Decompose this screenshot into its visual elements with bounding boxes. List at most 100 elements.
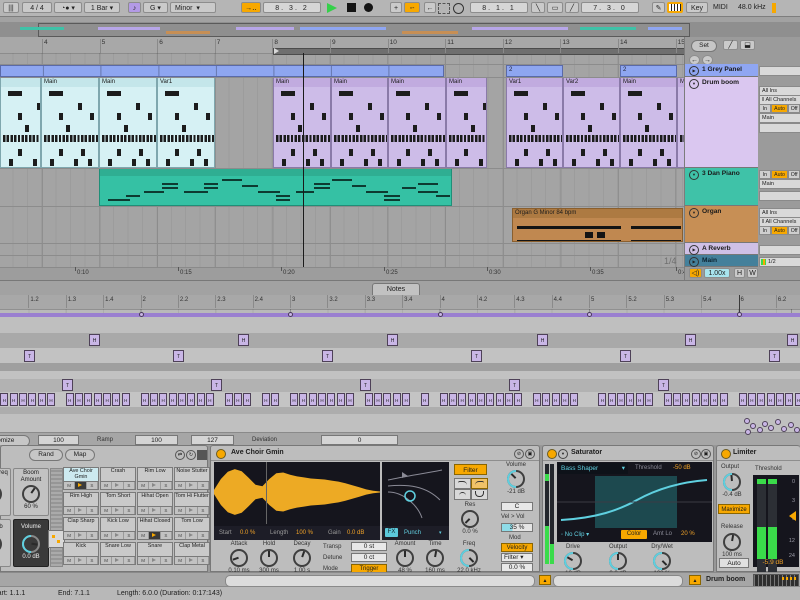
drum-note[interactable] (50, 159, 54, 166)
midi-note[interactable] (184, 191, 208, 193)
time-label[interactable]: 0:25 (386, 270, 398, 276)
clip-drum[interactable]: Main (677, 77, 684, 168)
clip-organ[interactable]: Organ G Minor 84 bpm (512, 208, 683, 242)
maximize-toggle[interactable]: Maximize (718, 504, 750, 514)
drum-note[interactable] (638, 113, 642, 120)
clip-header[interactable] (100, 169, 451, 176)
midi-note[interactable]: H (486, 393, 494, 406)
drum-note-row[interactable] (44, 135, 98, 142)
pad-solo[interactable]: S (198, 507, 209, 514)
drum-note[interactable] (166, 159, 170, 166)
drum-note[interactable] (380, 113, 384, 120)
fold-icon[interactable]: ▼ (558, 449, 568, 459)
deviation-value[interactable]: 0 (321, 435, 398, 445)
midi-note[interactable]: T (620, 350, 631, 362)
loop-region[interactable] (273, 48, 684, 55)
drum-note[interactable] (313, 149, 317, 156)
drum-note[interactable] (322, 113, 326, 120)
loop-brace-handle[interactable] (288, 312, 293, 317)
pad-solo[interactable]: S (124, 557, 135, 564)
midi-note[interactable]: T (62, 379, 73, 391)
pad-play[interactable] (112, 532, 123, 539)
bar-number[interactable]: 13 (562, 39, 569, 46)
drum-note[interactable] (356, 125, 360, 132)
pad-mute[interactable]: M (175, 557, 186, 564)
clip-grey-panel[interactable] (0, 65, 444, 77)
midi-note[interactable]: H (626, 393, 634, 406)
midi-note[interactable] (436, 195, 450, 197)
pad-play[interactable] (75, 507, 86, 514)
drum-note[interactable] (175, 149, 179, 156)
drum-note[interactable] (515, 159, 519, 166)
monitor-switch[interactable]: InAutoOff (759, 170, 800, 179)
midi-note[interactable]: H (89, 334, 100, 346)
midi-note[interactable]: H (776, 393, 784, 406)
drum-note-row[interactable] (449, 135, 486, 142)
drum-note[interactable] (88, 159, 92, 166)
midi-note[interactable]: H (402, 393, 410, 406)
device-nav-right[interactable]: ▲ (689, 575, 701, 585)
punch-out-button[interactable]: ╱ (565, 2, 579, 13)
drum-note[interactable] (117, 113, 121, 120)
drum-note[interactable] (531, 125, 535, 132)
limiter-title-bar[interactable]: Limiter (717, 446, 800, 461)
drum-note[interactable] (117, 149, 121, 156)
pad-solo[interactable]: S (198, 557, 209, 564)
pad-mute[interactable]: M (138, 532, 149, 539)
drum-note[interactable] (667, 159, 671, 166)
midi-note[interactable] (384, 199, 400, 201)
drum-note-row[interactable] (566, 135, 619, 142)
velocity-marker[interactable] (744, 418, 750, 424)
midi-note[interactable] (144, 191, 164, 193)
velocity-marker[interactable] (788, 422, 794, 428)
drum-note[interactable] (175, 113, 179, 120)
midi-note[interactable]: H (122, 393, 130, 406)
release-knob[interactable]: 100 ms (714, 532, 750, 559)
midi-note[interactable]: H (477, 393, 485, 406)
mod-amount[interactable]: 0.0 % (501, 563, 533, 572)
midi-note[interactable]: H (271, 393, 279, 406)
pad-mute[interactable]: M (101, 557, 112, 564)
fold-icon[interactable]: ▶ (689, 66, 699, 76)
ruler-label[interactable]: 5.3 (666, 297, 674, 303)
save-preset-icon[interactable] (197, 450, 207, 460)
midi-note[interactable] (296, 191, 314, 193)
hold-knob[interactable]: Hold300 ms (251, 541, 287, 575)
midi-note[interactable] (276, 199, 290, 201)
loop-brace-handle[interactable] (139, 312, 144, 317)
io-field[interactable] (759, 66, 800, 76)
pad-solo[interactable]: S (87, 557, 98, 564)
midi-note[interactable]: H (645, 393, 653, 406)
detune-value[interactable]: 0 ct (351, 553, 387, 562)
drum-note[interactable] (194, 103, 198, 110)
ruler-label[interactable]: 3.4 (404, 297, 412, 303)
bar-number[interactable]: 11 (447, 39, 454, 46)
clip-drum[interactable]: Main (620, 77, 677, 168)
track-header-a-reverb[interactable]: ▶A Reverb (685, 243, 758, 255)
mod-dest-menu[interactable]: Filter ▾ (501, 553, 533, 562)
pad-solo[interactable]: S (161, 532, 172, 539)
arrangement-overview[interactable] (0, 22, 800, 38)
drum-note[interactable] (464, 113, 468, 120)
time-label[interactable]: 0:15 (180, 270, 192, 276)
drum-pad-tom-low[interactable]: Tom LowMS (174, 517, 210, 540)
pad-play[interactable] (75, 557, 86, 564)
monitor-in[interactable]: In (759, 226, 771, 235)
loop-start-marker[interactable] (274, 48, 279, 54)
res-knob[interactable]: Res0.0 % (452, 502, 488, 536)
zoom-height-button[interactable]: H (734, 268, 745, 278)
drum-note[interactable] (588, 125, 592, 132)
io-field[interactable] (759, 191, 800, 201)
drum-note[interactable] (645, 125, 649, 132)
pad-solo[interactable]: S (124, 532, 135, 539)
threshold-meter[interactable]: 0361224 -5.9 dB (753, 475, 799, 567)
drum-note[interactable] (471, 125, 475, 132)
midi-note[interactable] (258, 191, 280, 193)
io-field[interactable]: Main (759, 179, 800, 189)
time-label[interactable]: 0:10 (77, 270, 89, 276)
drum-note[interactable] (378, 159, 382, 166)
drum-note[interactable] (9, 159, 13, 166)
pad-play[interactable] (149, 482, 160, 489)
midi-note[interactable]: H (299, 393, 307, 406)
drum-note[interactable] (435, 159, 439, 166)
